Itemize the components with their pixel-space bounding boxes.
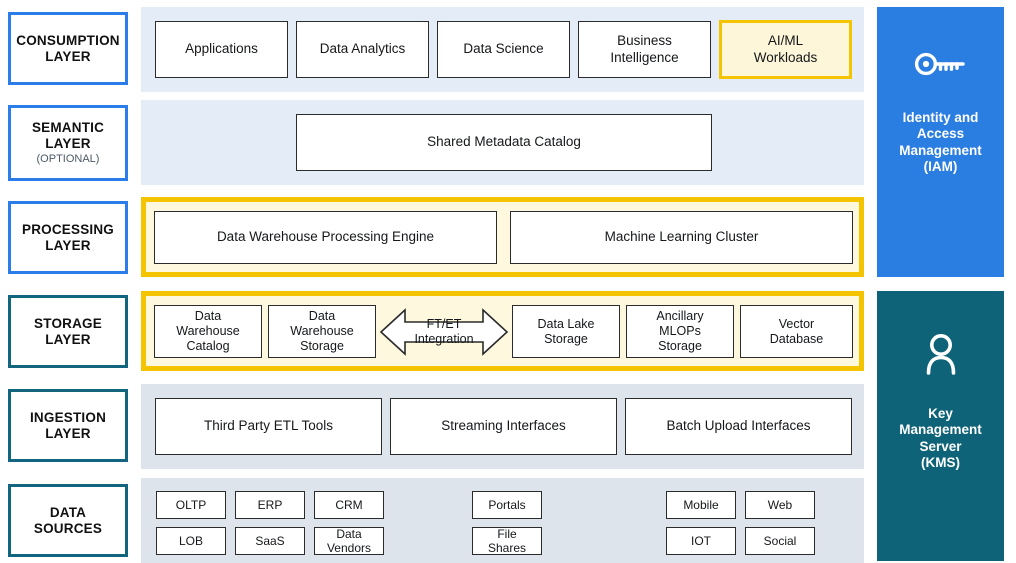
node-source-saas[interactable]: SaaS — [235, 527, 305, 555]
layer-label-ingestion: INGESTION LAYER — [8, 389, 128, 462]
layer-label-semantic-title: SEMANTIC LAYER — [31, 119, 105, 151]
node-applications[interactable]: Applications — [155, 21, 288, 78]
key-icon — [913, 49, 969, 84]
side-panel-iam-label: Identity and Access Management (IAM) — [899, 110, 982, 175]
node-data-warehouse-catalog[interactable]: Data Warehouse Catalog — [154, 305, 262, 358]
node-source-mobile[interactable]: Mobile — [666, 491, 736, 519]
node-streaming-interfaces[interactable]: Streaming Interfaces — [390, 398, 617, 455]
node-source-oltp[interactable]: OLTP — [156, 491, 226, 519]
node-data-science[interactable]: Data Science — [437, 21, 570, 78]
layer-label-ingestion-title: INGESTION LAYER — [29, 409, 107, 441]
node-data-warehouse-processing-engine[interactable]: Data Warehouse Processing Engine — [154, 211, 497, 264]
layer-label-consumption: CONSUMPTION LAYER — [8, 12, 128, 85]
node-source-file-shares[interactable]: File Shares — [472, 527, 542, 555]
node-source-portals[interactable]: Portals — [472, 491, 542, 519]
node-vector-database[interactable]: Vector Database — [740, 305, 853, 358]
processing-layer-row: Data Warehouse Processing Engine Machine… — [141, 197, 864, 277]
layer-label-processing: PROCESSING LAYER — [8, 201, 128, 274]
storage-layer-row: Data Warehouse Catalog Data Warehouse St… — [141, 291, 864, 371]
node-source-iot[interactable]: IOT — [666, 527, 736, 555]
side-panel-iam[interactable]: Identity and Access Management (IAM) — [877, 7, 1004, 277]
node-source-crm[interactable]: CRM — [314, 491, 384, 519]
layer-label-semantic: SEMANTIC LAYER (OPTIONAL) — [8, 105, 128, 181]
layer-label-processing-title: PROCESSING LAYER — [21, 221, 115, 253]
node-source-erp[interactable]: ERP — [235, 491, 305, 519]
node-third-party-etl-tools[interactable]: Third Party ETL Tools — [155, 398, 382, 455]
layer-label-storage: STORAGE LAYER — [8, 295, 128, 368]
node-source-social[interactable]: Social — [745, 527, 815, 555]
ft-et-integration-label: FT/ET Integration — [414, 317, 474, 346]
side-panel-kms[interactable]: Key Management Server (KMS) — [877, 291, 1004, 561]
node-machine-learning-cluster[interactable]: Machine Learning Cluster — [510, 211, 853, 264]
layer-label-data-sources-title: DATA SOURCES — [33, 504, 103, 536]
node-source-web[interactable]: Web — [745, 491, 815, 519]
architecture-diagram: CONSUMPTION LAYER SEMANTIC LAYER (OPTION… — [0, 0, 1016, 563]
layer-label-consumption-title: CONSUMPTION LAYER — [16, 32, 120, 64]
node-data-lake-storage[interactable]: Data Lake Storage — [512, 305, 620, 358]
consumption-layer-row: Applications Data Analytics Data Science… — [141, 7, 864, 92]
node-source-lob[interactable]: LOB — [156, 527, 226, 555]
user-icon — [921, 333, 961, 380]
layer-label-data-sources: DATA SOURCES — [8, 484, 128, 557]
node-batch-upload-interfaces[interactable]: Batch Upload Interfaces — [625, 398, 852, 455]
semantic-layer-row: Shared Metadata Catalog — [141, 100, 864, 185]
node-source-data-vendors[interactable]: Data Vendors — [314, 527, 384, 555]
layer-label-semantic-subtitle: (OPTIONAL) — [36, 153, 100, 166]
data-sources-row: OLTP ERP CRM LOB SaaS Data Vendors Porta… — [141, 478, 864, 563]
node-data-analytics[interactable]: Data Analytics — [296, 21, 429, 78]
node-data-warehouse-storage[interactable]: Data Warehouse Storage — [268, 305, 376, 358]
side-panel-kms-label: Key Management Server (KMS) — [899, 406, 982, 471]
ingestion-layer-row: Third Party ETL Tools Streaming Interfac… — [141, 384, 864, 469]
layer-label-storage-title: STORAGE LAYER — [34, 315, 102, 347]
node-business-intelligence[interactable]: Business Intelligence — [578, 21, 711, 78]
node-ai-ml-workloads[interactable]: AI/ML Workloads — [719, 20, 852, 79]
node-ancillary-mlops-storage[interactable]: Ancillary MLOPs Storage — [626, 305, 734, 358]
node-shared-metadata-catalog[interactable]: Shared Metadata Catalog — [296, 114, 712, 171]
ft-et-integration-arrow: FT/ET Integration — [379, 302, 509, 362]
